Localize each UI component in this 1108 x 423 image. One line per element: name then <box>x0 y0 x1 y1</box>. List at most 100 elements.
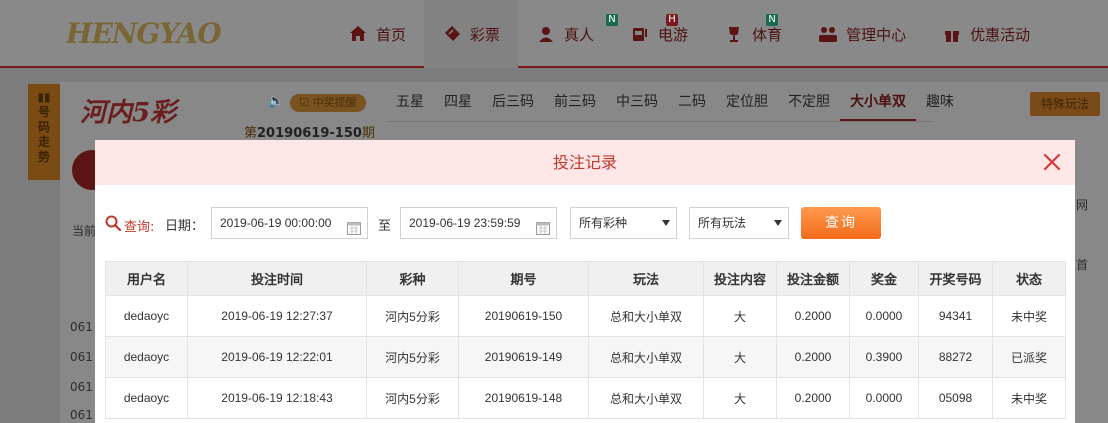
bet-time-cell: 2019-06-19 12:22:01 <box>187 336 367 378</box>
site-logo[interactable]: HENGYAO <box>66 14 274 54</box>
game-logo: 河内5彩 <box>80 98 177 128</box>
column-header: 彩种 <box>366 261 459 296</box>
nav-management-label: 管理中心 <box>846 25 907 44</box>
search-icon <box>105 215 124 235</box>
tab-four-star[interactable]: 四星 <box>434 84 482 121</box>
column-header: 期号 <box>458 261 589 296</box>
play-cell: 总和大小单双 <box>588 336 704 378</box>
nav-live-label: 真人 <box>564 25 595 44</box>
prize-cell: 0.0000 <box>849 295 919 337</box>
nav-home[interactable]: 首页 <box>330 0 424 68</box>
nav-management[interactable]: 管理中心 <box>800 0 924 68</box>
play-cell: 总和大小单双 <box>588 295 704 337</box>
lottery-type-select[interactable]: 所有彩种 <box>570 207 677 239</box>
dropdown-arrow-icon <box>774 220 782 226</box>
bet-records-table: 用户名 投注时间 彩种 期号 玩法 投注内容 投注金额 奖金 开奖号码 状态 d… <box>105 261 1066 419</box>
lottery-cell: 河内5分彩 <box>366 377 459 419</box>
bet-time-cell: 2019-06-19 12:27:37 <box>187 295 367 337</box>
nav-lottery[interactable]: 彩票 <box>424 0 519 68</box>
username-cell: dedaoyc <box>105 377 188 419</box>
calendar-icon[interactable] <box>536 216 550 235</box>
home-icon <box>348 24 368 44</box>
tab-fun[interactable]: 趣味 <box>916 84 964 121</box>
new-badge: N <box>766 14 779 26</box>
draw-number-cell: 05098 <box>918 377 993 419</box>
start-date-input[interactable]: 2019-06-19 00:00:00 <box>211 207 368 239</box>
slot-machine-icon <box>630 24 650 44</box>
speaker-icon[interactable]: 🔈 <box>268 94 284 109</box>
draw-number-cell: 94341 <box>918 295 993 337</box>
column-header: 用户名 <box>105 261 188 296</box>
nav-promotions[interactable]: 优惠活动 <box>924 0 1048 68</box>
bet-content-cell: 大 <box>703 336 777 378</box>
top-navigation-bar: HENGYAO 首页 彩票 真人 N 电游 H 体育 N 管理中心 优惠活动 <box>0 0 1108 68</box>
side-text: 首 <box>1076 258 1089 272</box>
tab-first-three[interactable]: 前三码 <box>544 84 606 121</box>
live-dealer-icon <box>536 24 556 44</box>
tab-big-small-odd-even[interactable]: 大小单双 <box>840 84 916 121</box>
modal-header: 投注记录 <box>95 140 1075 185</box>
lottery-ticket-icon <box>442 24 462 44</box>
to-label: 至 <box>378 219 392 234</box>
bet-amount-cell: 0.2000 <box>776 377 850 419</box>
query-label: 查询: <box>105 215 154 235</box>
play-cell: 总和大小单双 <box>588 377 704 419</box>
lottery-cell: 河内5分彩 <box>366 336 459 378</box>
status-cell: 未中奖 <box>992 377 1066 419</box>
tab-two-digit[interactable]: 二码 <box>668 84 716 121</box>
period-cell: 20190619-148 <box>458 377 589 419</box>
nav-home-label: 首页 <box>376 25 407 44</box>
win-notice-toggle[interactable]: ☑ 中奖提醒 <box>290 94 366 112</box>
main-nav: 首页 彩票 真人 N 电游 H 体育 N 管理中心 优惠活动 <box>330 0 1048 68</box>
username-cell: dedaoyc <box>105 295 188 337</box>
draw-number-cell: 88272 <box>918 336 993 378</box>
nav-live[interactable]: 真人 N <box>518 0 619 68</box>
end-date-input[interactable]: 2019-06-19 23:59:59 <box>400 207 557 239</box>
side-text: 061 <box>70 380 93 394</box>
tab-five-star[interactable]: 五星 <box>386 84 434 121</box>
period-cell: 20190619-150 <box>458 295 589 337</box>
column-header: 奖金 <box>849 261 919 296</box>
sports-trophy-icon <box>724 24 744 44</box>
number-trend-tab[interactable]: ▮▮ 号码走势 <box>28 84 60 180</box>
nav-lottery-label: 彩票 <box>470 25 501 44</box>
calendar-icon[interactable] <box>347 216 361 235</box>
lottery-type-value: 所有彩种 <box>579 216 628 230</box>
bet-content-cell: 大 <box>703 377 777 419</box>
period-suffix: 期 <box>361 126 375 141</box>
bet-records-modal: 投注记录 查询: 日期： 2019-06-19 00:00:00 至 2019-… <box>95 140 1075 423</box>
side-text: 061 <box>70 408 93 422</box>
special-play-button[interactable]: 特殊玩法 <box>1030 92 1100 116</box>
checkbox-icon: ☑ <box>299 96 310 109</box>
table-row[interactable]: dedaoyc 2019-06-19 12:18:43 河内5分彩 201906… <box>105 377 1066 419</box>
chart-icon: ▮▮ <box>37 90 51 104</box>
query-button[interactable]: 查询 <box>801 207 881 239</box>
table-header-row: 用户名 投注时间 彩种 期号 玩法 投注内容 投注金额 奖金 开奖号码 状态 <box>105 261 1066 296</box>
column-header: 投注内容 <box>703 261 777 296</box>
win-notice-label: 中奖提醒 <box>312 96 357 109</box>
column-header: 投注金额 <box>776 261 850 296</box>
table-row[interactable]: dedaoyc 2019-06-19 12:27:37 河内5分彩 201906… <box>105 295 1066 337</box>
tab-position[interactable]: 定位胆 <box>716 84 778 121</box>
tab-unfixed[interactable]: 不定胆 <box>778 84 840 121</box>
nav-egame[interactable]: 电游 H <box>612 0 706 68</box>
tab-middle-three[interactable]: 中三码 <box>606 84 668 121</box>
side-text: 当前 <box>72 224 97 238</box>
status-cell: 未中奖 <box>992 295 1066 337</box>
tab-last-three[interactable]: 后三码 <box>482 84 544 121</box>
table-row[interactable]: dedaoyc 2019-06-19 12:22:01 河内5分彩 201906… <box>105 336 1066 378</box>
date-label: 日期： <box>165 219 205 234</box>
period-prefix: 第 <box>244 126 258 141</box>
column-header: 玩法 <box>588 261 704 296</box>
start-date-value: 2019-06-19 00:00:00 <box>220 216 332 230</box>
current-period: 第20190619-150期 <box>244 122 375 141</box>
play-type-select[interactable]: 所有玩法 <box>689 207 789 239</box>
nav-sports-label: 体育 <box>752 25 783 44</box>
column-header: 开奖号码 <box>918 261 993 296</box>
bet-time-cell: 2019-06-19 12:18:43 <box>187 377 367 419</box>
side-text: 网 <box>1076 198 1089 212</box>
nav-sports[interactable]: 体育 N <box>706 0 800 68</box>
nav-egame-label: 电游 <box>658 25 689 44</box>
query-bar: 查询: 日期： 2019-06-19 00:00:00 至 2019-06-19… <box>105 207 1065 239</box>
close-icon[interactable] <box>1043 153 1061 171</box>
